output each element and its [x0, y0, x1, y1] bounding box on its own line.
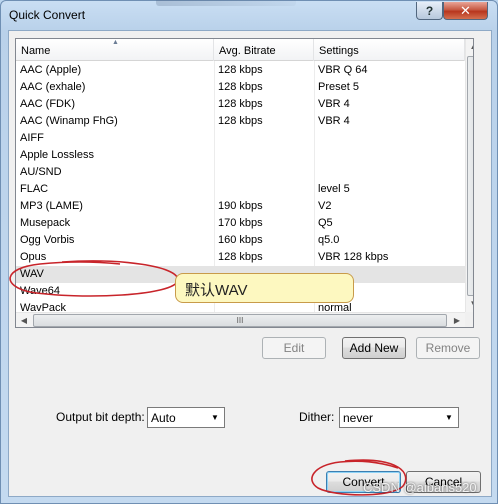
- list-item[interactable]: AAC (FDK) 128 kbps VBR 4: [16, 96, 465, 113]
- list-cell-name: AU/SND: [20, 166, 62, 178]
- chevron-down-icon: ▼: [445, 413, 453, 422]
- list-cell-name: MP3 (LAME): [20, 200, 83, 212]
- sort-ascending-icon: ▲: [112, 39, 119, 46]
- list-cell-bitrate: [214, 164, 314, 181]
- output-bit-depth-select[interactable]: Auto ▼: [147, 407, 225, 428]
- list-cell-name: Ogg Vorbis: [20, 234, 75, 246]
- remove-button[interactable]: Remove: [416, 337, 480, 359]
- scroll-grip-icon: III: [236, 316, 244, 325]
- list-item[interactable]: AIFF: [16, 130, 465, 147]
- list-item[interactable]: MP3 (LAME) 190 kbps V2: [16, 198, 465, 215]
- dither-select[interactable]: never ▼: [339, 407, 459, 428]
- list-cell-name: AIFF: [20, 132, 44, 144]
- output-bit-depth-label: Output bit depth:: [56, 410, 145, 424]
- dither-value: never: [343, 411, 374, 425]
- title-ghost-text: [156, 0, 296, 6]
- list-cell-name: Apple Lossless: [20, 149, 94, 161]
- column-header-bitrate[interactable]: Avg. Bitrate: [214, 39, 314, 61]
- list-cell-name: AAC (Apple): [20, 64, 82, 76]
- list-cell-bitrate: 190 kbps: [218, 200, 263, 212]
- list-cell-name: AAC (Winamp FhG): [20, 115, 118, 127]
- list-cell-settings: q5.0: [318, 234, 340, 246]
- horizontal-scrollbar[interactable]: ◀ III ▶: [16, 312, 465, 327]
- list-cell-bitrate: 128 kbps: [218, 251, 263, 263]
- list-item[interactable]: AAC (exhale) 128 kbps Preset 5: [16, 79, 465, 96]
- vertical-scrollbar[interactable]: ▲ ▼: [465, 39, 473, 312]
- output-bit-depth-value: Auto: [151, 411, 176, 425]
- list-cell-name: AAC (exhale): [20, 81, 86, 93]
- list-cell-bitrate: 128 kbps: [218, 64, 263, 76]
- close-button[interactable]: ✕: [443, 2, 488, 20]
- title-bar[interactable]: Quick Convert ? ✕: [1, 0, 497, 29]
- list-cell-bitrate: 170 kbps: [218, 217, 263, 229]
- vertical-scroll-thumb[interactable]: [467, 56, 473, 296]
- annotation-callout: 默认WAV: [175, 273, 354, 303]
- list-item[interactable]: Apple Lossless: [16, 147, 465, 164]
- column-header-settings-label: Settings: [319, 45, 359, 57]
- list-cell-name: Musepack: [20, 217, 71, 229]
- list-cell-settings: [314, 164, 465, 181]
- list-cell-settings: [314, 130, 465, 147]
- list-item[interactable]: Opus 128 kbps VBR 128 kbps: [16, 249, 465, 266]
- close-icon: ✕: [460, 2, 471, 18]
- list-item[interactable]: Ogg Vorbis 160 kbps q5.0: [16, 232, 465, 249]
- horizontal-scroll-thumb[interactable]: III: [33, 314, 447, 327]
- list-cell-settings: V2: [318, 200, 332, 212]
- edit-button[interactable]: Edit: [262, 337, 326, 359]
- list-cell-settings: Q5: [318, 217, 333, 229]
- help-icon: ?: [425, 3, 434, 18]
- list-header: Name ▲ Avg. Bitrate Settings: [16, 39, 465, 61]
- list-cell-bitrate: 128 kbps: [218, 98, 263, 110]
- add-new-button-label: Add New: [349, 341, 399, 355]
- list-cell-name: Opus: [20, 251, 47, 263]
- list-item[interactable]: AU/SND: [16, 164, 465, 181]
- list-cell-bitrate: 160 kbps: [218, 234, 263, 246]
- list-cell-settings: [314, 147, 465, 164]
- list-cell-settings: VBR 128 kbps: [318, 251, 389, 263]
- column-header-settings[interactable]: Settings: [314, 39, 465, 61]
- list-cell-name: FLAC: [20, 183, 49, 195]
- list-cell-bitrate: 128 kbps: [218, 115, 263, 127]
- list-cell-settings: level 5: [318, 183, 350, 195]
- chevron-down-icon: ▼: [211, 413, 219, 422]
- scroll-down-icon[interactable]: ▼: [466, 296, 473, 312]
- list-cell-settings: Preset 5: [318, 81, 359, 93]
- scroll-right-icon[interactable]: ▶: [449, 313, 465, 327]
- scroll-left-icon[interactable]: ◀: [16, 313, 32, 327]
- help-button[interactable]: ?: [416, 2, 443, 20]
- list-cell-name: AAC (FDK): [20, 98, 75, 110]
- list-item[interactable]: FLAC level 5: [16, 181, 465, 198]
- dialog-client-area: Name ▲ Avg. Bitrate Settings AAC (Apple)…: [8, 30, 492, 497]
- list-item[interactable]: Musepack 170 kbps Q5: [16, 215, 465, 232]
- column-header-name-label: Name: [21, 45, 51, 57]
- list-cell-bitrate: [214, 130, 314, 147]
- list-item[interactable]: AAC (Winamp FhG) 128 kbps VBR 4: [16, 113, 465, 130]
- scroll-corner: [465, 312, 473, 327]
- watermark-text: CSDN @aibans520: [363, 480, 477, 495]
- column-header-bitrate-label: Avg. Bitrate: [219, 45, 276, 57]
- add-new-button[interactable]: Add New: [342, 337, 406, 359]
- list-cell-bitrate: 128 kbps: [218, 81, 263, 93]
- window-title: Quick Convert: [9, 8, 86, 22]
- list-cell-settings: VBR 4: [318, 115, 350, 127]
- list-cell-settings: VBR 4: [318, 98, 350, 110]
- dither-label: Dither:: [299, 410, 335, 424]
- list-cell-bitrate: [214, 147, 314, 164]
- list-cell-bitrate: [214, 181, 314, 198]
- list-cell-settings: VBR Q 64: [318, 64, 368, 76]
- scroll-up-icon[interactable]: ▲: [466, 39, 473, 55]
- list-item[interactable]: AAC (Apple) 128 kbps VBR Q 64: [16, 62, 465, 79]
- edit-button-label: Edit: [283, 341, 305, 355]
- remove-button-label: Remove: [425, 341, 471, 355]
- quick-convert-dialog: Quick Convert ? ✕ Name ▲ Avg. Bitrate Se…: [0, 0, 498, 504]
